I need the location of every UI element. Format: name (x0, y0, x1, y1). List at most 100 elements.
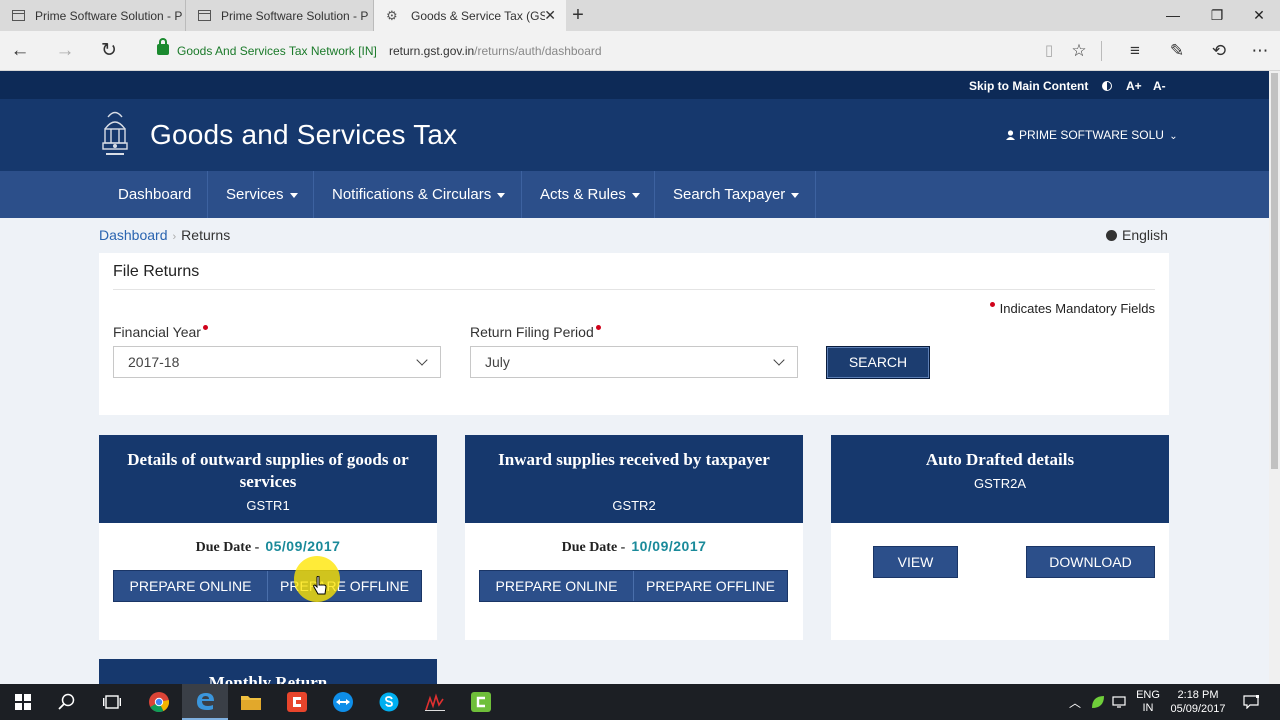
due-date: Due Date - 10/09/2017 (465, 538, 803, 556)
nav-label: Dashboard (118, 186, 192, 203)
page-icon (198, 10, 211, 21)
refresh-icon[interactable]: ↻ (95, 37, 123, 65)
back-arrow-icon[interactable]: ← (6, 37, 34, 65)
notification-icon (1243, 695, 1259, 709)
browser-tab-active[interactable]: ⚙ Goods & Service Tax (GS ✕ (374, 0, 566, 31)
skip-to-main-link[interactable]: Skip to Main Content (969, 79, 1088, 93)
edge-icon (197, 693, 214, 710)
lang-code: ENG (1136, 689, 1160, 701)
prepare-offline-button[interactable]: PREPARE OFFLINE (633, 571, 787, 601)
windows-logo-icon (15, 694, 31, 710)
tab-title: Prime Software Solution - P (35, 8, 183, 23)
page-scrollbar[interactable] (1269, 71, 1280, 684)
file-returns-panel: File Returns Indicates Mandatory Fields … (99, 253, 1169, 415)
chart-app-icon (425, 693, 445, 711)
skype-taskbar-button[interactable] (366, 684, 412, 720)
close-tab-icon[interactable]: ✕ (544, 7, 556, 24)
scrollbar-thumb[interactable] (1271, 73, 1278, 469)
prepare-online-button[interactable]: PREPARE ONLINE (480, 571, 633, 601)
field-label: Financial Year (113, 324, 201, 340)
nav-dashboard[interactable]: Dashboard (100, 171, 208, 218)
url-field[interactable]: return.gst.gov.in/returns/auth/dashboard (389, 44, 602, 58)
nav-search-taxpayer[interactable]: Search Taxpayer (655, 171, 816, 218)
web-note-icon[interactable]: ✎ (1164, 38, 1190, 64)
browser-tab[interactable]: Prime Software Solution - P (0, 0, 186, 31)
chrome-taskbar-button[interactable] (136, 684, 182, 720)
network-icon-svg (1112, 696, 1126, 708)
task-view-icon (103, 695, 121, 709)
card-header: Auto Drafted details GSTR2A (831, 435, 1169, 523)
clock[interactable]: 2:18 PM 05/09/2017 (1166, 684, 1230, 720)
app-taskbar-button[interactable] (274, 684, 320, 720)
financial-year-select[interactable]: 2017-18 (113, 346, 441, 378)
favorite-star-icon[interactable]: ☆ (1066, 38, 1092, 64)
teamviewer-icon (333, 692, 353, 712)
nav-acts-rules[interactable]: Acts & Rules (522, 171, 655, 218)
font-decrease-link[interactable]: A- (1153, 79, 1166, 93)
prepare-online-button[interactable]: PREPARE ONLINE (114, 571, 267, 601)
window-close-icon[interactable]: ✕ (1237, 0, 1280, 31)
search-taskbar-button[interactable] (44, 684, 90, 720)
language-selector[interactable]: English (1106, 227, 1168, 243)
network-icon[interactable] (1110, 684, 1130, 720)
clock-date: 05/09/2017 (1170, 703, 1226, 715)
return-code: GSTR2 (612, 498, 656, 513)
nav-label: Search Taxpayer (673, 186, 786, 203)
font-increase-link[interactable]: A+ (1126, 79, 1142, 93)
url-host: return.gst.gov.in (389, 44, 475, 58)
breadcrumb-dashboard-link[interactable]: Dashboard (99, 227, 168, 243)
action-center-button[interactable] (1238, 684, 1264, 720)
contrast-icon[interactable] (1102, 81, 1112, 91)
chrome-icon (149, 692, 169, 712)
tray-app-icon[interactable] (1088, 684, 1108, 720)
toolbar-divider (1101, 41, 1102, 61)
return-period-label: Return Filing Period (470, 324, 601, 340)
start-button[interactable] (0, 684, 46, 720)
share-icon[interactable]: ⟲ (1206, 38, 1232, 64)
minimize-icon[interactable]: — (1151, 0, 1195, 31)
edge-taskbar-button[interactable] (182, 684, 228, 720)
due-date-value: 05/09/2017 (265, 538, 341, 554)
nav-label: Acts & Rules (540, 186, 626, 203)
lock-icon (157, 38, 169, 55)
breadcrumb: Dashboard › Returns (99, 227, 230, 243)
forward-arrow-icon[interactable]: → (51, 37, 79, 65)
action-buttons: PREPARE ONLINE PREPARE OFFLINE (113, 570, 422, 602)
input-language[interactable]: ENG IN (1132, 684, 1164, 720)
red-app-icon (287, 692, 307, 712)
gstr2a-card: Auto Drafted details GSTR2A VIEW DOWNLOA… (831, 435, 1169, 640)
site-identity[interactable]: Goods And Services Tax Network [IN] (177, 44, 377, 58)
hub-icon[interactable]: ≡ (1122, 38, 1148, 64)
restore-icon[interactable]: ❐ (1195, 0, 1239, 31)
view-button[interactable]: VIEW (873, 546, 958, 578)
more-icon[interactable]: ⋯ (1247, 38, 1273, 64)
action-buttons: PREPARE ONLINE PREPARE OFFLINE (479, 570, 788, 602)
clock-time: 2:18 PM (1177, 689, 1219, 701)
return-code: GSTR2A (973, 476, 1026, 491)
nav-notifications[interactable]: Notifications & Circulars (314, 171, 522, 218)
url-path: /returns/auth/dashboard (474, 44, 602, 58)
tray-overflow-chevron-icon[interactable]: ︿ (1066, 684, 1084, 720)
site-title[interactable]: Goods and Services Tax (150, 119, 457, 151)
region-code: IN (1142, 702, 1154, 714)
user-name: PRIME SOFTWARE SOLU (1019, 128, 1164, 142)
teamviewer-taskbar-button[interactable] (320, 684, 366, 720)
file-explorer-taskbar-button[interactable] (228, 684, 274, 720)
camtasia-taskbar-button[interactable] (458, 684, 504, 720)
nav-services[interactable]: Services (208, 171, 314, 218)
download-button[interactable]: DOWNLOAD (1026, 546, 1155, 578)
prepare-offline-button[interactable]: PREPARE OFFLINE (267, 571, 421, 601)
panel-title: File Returns (113, 263, 200, 280)
windows-taskbar: ︿ ENG IN 2:18 PM 05/09/2017 (0, 684, 1280, 720)
chart-app-taskbar-button[interactable] (412, 684, 458, 720)
card-title: Inward supplies received by taxpayer (498, 450, 770, 469)
chevron-down-icon: ⌄ (1169, 131, 1178, 142)
language-label: English (1122, 227, 1168, 243)
return-period-select[interactable]: July (470, 346, 798, 378)
browser-tab[interactable]: Prime Software Solution - P (186, 0, 374, 31)
search-button[interactable]: SEARCH (826, 346, 930, 379)
task-view-button[interactable] (89, 684, 135, 720)
user-menu[interactable]: PRIME SOFTWARE SOLU ⌄ (1006, 128, 1178, 142)
new-tab-icon[interactable]: + (568, 4, 588, 27)
reading-view-icon[interactable]: ▯ (1036, 38, 1062, 64)
